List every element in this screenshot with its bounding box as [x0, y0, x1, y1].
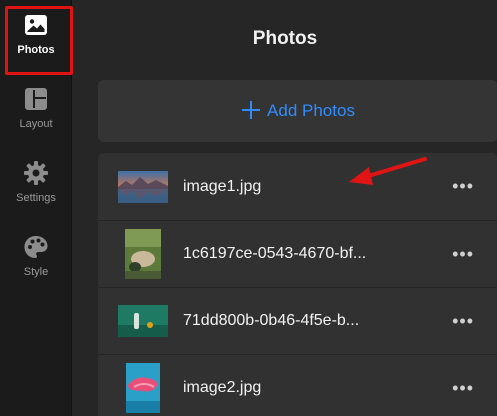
sidebar-item-style[interactable]: Style — [0, 222, 72, 296]
list-item[interactable]: image1.jpg ••• — [98, 153, 497, 220]
palette-icon — [23, 234, 49, 260]
sidebar: Photos Layout Settings Style — [0, 0, 73, 416]
sidebar-item-layout[interactable]: Layout — [0, 74, 72, 148]
photo-filename: 1c6197ce-0543-4670-bf... — [183, 245, 367, 262]
photo-list: image1.jpg ••• 1c6197ce-0543-4670-bf... … — [98, 153, 497, 416]
sidebar-item-settings[interactable]: Settings — [0, 148, 72, 222]
list-item[interactable]: 71dd800b-0b46-4f5e-b... ••• — [98, 287, 497, 354]
photo-thumbnail — [118, 229, 168, 279]
plus-icon — [241, 97, 261, 125]
sidebar-item-label: Photos — [17, 44, 55, 56]
page-title: Photos — [252, 28, 318, 49]
photos-panel: Photos Add Photos image1.jpg ••• 1c6197c… — [73, 0, 497, 416]
list-item[interactable]: image2.jpg ••• — [98, 354, 497, 416]
image-icon — [23, 12, 49, 38]
more-options-icon[interactable]: ••• — [452, 244, 474, 265]
more-options-icon[interactable]: ••• — [452, 176, 474, 197]
sidebar-item-photos[interactable]: Photos — [0, 0, 73, 75]
photo-thumbnail — [118, 162, 168, 212]
photo-filename: image2.jpg — [183, 379, 262, 396]
sidebar-item-label: Settings — [16, 192, 56, 204]
photo-thumbnail — [118, 363, 168, 413]
more-options-icon[interactable]: ••• — [452, 378, 474, 399]
add-photos-button[interactable]: Add Photos — [98, 80, 497, 142]
photo-thumbnail — [118, 296, 168, 346]
gear-icon — [23, 160, 49, 186]
photo-filename: image1.jpg — [183, 177, 262, 195]
more-options-icon[interactable]: ••• — [452, 311, 474, 332]
sidebar-item-label: Layout — [19, 118, 53, 130]
annotation-arrow-icon — [349, 157, 427, 185]
sidebar-item-label: Style — [23, 266, 49, 278]
photo-filename: 71dd800b-0b46-4f5e-b... — [183, 312, 360, 329]
list-item[interactable]: 1c6197ce-0543-4670-bf... ••• — [98, 220, 497, 287]
add-photos-label: Add Photos — [267, 101, 355, 120]
layout-icon — [23, 86, 49, 112]
